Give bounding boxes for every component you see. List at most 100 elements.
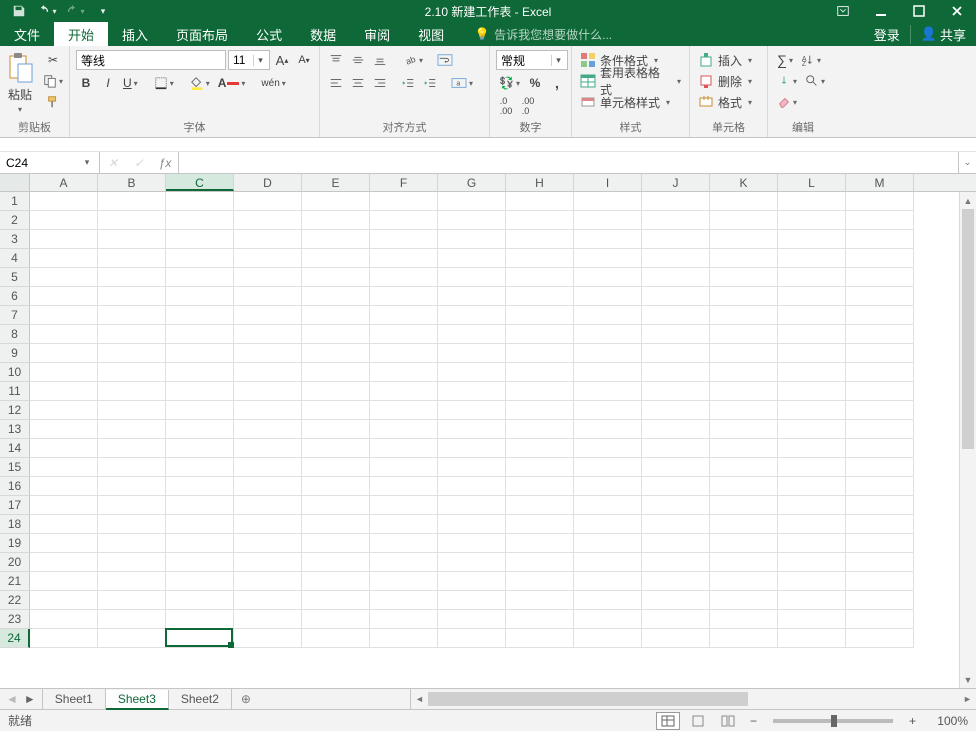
- cell-G10[interactable]: [438, 363, 506, 382]
- cell-H4[interactable]: [506, 249, 574, 268]
- zoom-slider[interactable]: [773, 719, 893, 723]
- find-select-button[interactable]: [802, 71, 828, 91]
- cell-G14[interactable]: [438, 439, 506, 458]
- cell-D7[interactable]: [234, 306, 302, 325]
- row-header-18[interactable]: 18: [0, 515, 30, 534]
- cell-D4[interactable]: [234, 249, 302, 268]
- cell-D14[interactable]: [234, 439, 302, 458]
- cell-E21[interactable]: [302, 572, 370, 591]
- normal-view-button[interactable]: [656, 712, 680, 730]
- cell-E17[interactable]: [302, 496, 370, 515]
- cell-A11[interactable]: [30, 382, 98, 401]
- cell-H9[interactable]: [506, 344, 574, 363]
- cell-A15[interactable]: [30, 458, 98, 477]
- sheet-nav-buttons[interactable]: ◄ ►: [0, 689, 43, 709]
- cell-M7[interactable]: [846, 306, 914, 325]
- font-size-combo[interactable]: ▾: [228, 50, 270, 70]
- tab-insert[interactable]: 插入: [108, 22, 162, 46]
- cell-A9[interactable]: [30, 344, 98, 363]
- redo-button[interactable]: ▾: [62, 0, 88, 22]
- scroll-down-button[interactable]: ▼: [960, 671, 976, 688]
- cell-J12[interactable]: [642, 401, 710, 420]
- cell-I15[interactable]: [574, 458, 642, 477]
- tab-review[interactable]: 审阅: [350, 22, 404, 46]
- cell-M20[interactable]: [846, 553, 914, 572]
- cell-H11[interactable]: [506, 382, 574, 401]
- cell-I21[interactable]: [574, 572, 642, 591]
- close-button[interactable]: [938, 0, 976, 22]
- cell-G9[interactable]: [438, 344, 506, 363]
- scroll-thumb[interactable]: [962, 209, 974, 449]
- cell-E20[interactable]: [302, 553, 370, 572]
- cell-K8[interactable]: [710, 325, 778, 344]
- cell-B7[interactable]: [98, 306, 166, 325]
- cell-E11[interactable]: [302, 382, 370, 401]
- cell-D17[interactable]: [234, 496, 302, 515]
- cell-D15[interactable]: [234, 458, 302, 477]
- cell-H2[interactable]: [506, 211, 574, 230]
- cell-F2[interactable]: [370, 211, 438, 230]
- cell-A23[interactable]: [30, 610, 98, 629]
- cell-H15[interactable]: [506, 458, 574, 477]
- cell-F19[interactable]: [370, 534, 438, 553]
- row-header-24[interactable]: 24: [0, 629, 30, 648]
- cell-L17[interactable]: [778, 496, 846, 515]
- row-header-17[interactable]: 17: [0, 496, 30, 515]
- cell-B13[interactable]: [98, 420, 166, 439]
- formula-input[interactable]: [179, 152, 958, 173]
- cell-styles-button[interactable]: 单元格样式: [578, 92, 672, 112]
- cell-M21[interactable]: [846, 572, 914, 591]
- cell-I16[interactable]: [574, 477, 642, 496]
- cell-L4[interactable]: [778, 249, 846, 268]
- horizontal-scrollbar[interactable]: ◄ ►: [410, 689, 976, 709]
- expand-formula-bar[interactable]: ⌄: [958, 152, 976, 173]
- cell-K17[interactable]: [710, 496, 778, 515]
- cell-J7[interactable]: [642, 306, 710, 325]
- cell-M4[interactable]: [846, 249, 914, 268]
- cell-F8[interactable]: [370, 325, 438, 344]
- align-top-button[interactable]: [326, 50, 346, 70]
- worksheet-grid[interactable]: ABCDEFGHIJKLM 12345678910111213141516171…: [0, 174, 976, 688]
- cell-G1[interactable]: [438, 192, 506, 211]
- cell-L20[interactable]: [778, 553, 846, 572]
- cell-D1[interactable]: [234, 192, 302, 211]
- cell-H10[interactable]: [506, 363, 574, 382]
- column-header-I[interactable]: I: [574, 174, 642, 191]
- cell-J17[interactable]: [642, 496, 710, 515]
- cell-C7[interactable]: [166, 306, 234, 325]
- cell-M13[interactable]: [846, 420, 914, 439]
- cell-M24[interactable]: [846, 629, 914, 648]
- number-format-combo[interactable]: ▾: [496, 50, 568, 70]
- cell-C13[interactable]: [166, 420, 234, 439]
- row-header-3[interactable]: 3: [0, 230, 30, 249]
- font-color-button[interactable]: A: [215, 73, 249, 93]
- cell-L2[interactable]: [778, 211, 846, 230]
- cell-K13[interactable]: [710, 420, 778, 439]
- row-header-10[interactable]: 10: [0, 363, 30, 382]
- cell-L9[interactable]: [778, 344, 846, 363]
- cell-F11[interactable]: [370, 382, 438, 401]
- cell-F6[interactable]: [370, 287, 438, 306]
- cell-I5[interactable]: [574, 268, 642, 287]
- align-right-button[interactable]: [370, 73, 390, 93]
- cell-K15[interactable]: [710, 458, 778, 477]
- column-header-F[interactable]: F: [370, 174, 438, 191]
- cell-F24[interactable]: [370, 629, 438, 648]
- zoom-out-button[interactable]: −: [746, 714, 761, 728]
- cell-L7[interactable]: [778, 306, 846, 325]
- copy-button[interactable]: [40, 71, 66, 91]
- cell-G4[interactable]: [438, 249, 506, 268]
- cell-A13[interactable]: [30, 420, 98, 439]
- align-center-button[interactable]: [348, 73, 368, 93]
- cell-I23[interactable]: [574, 610, 642, 629]
- cell-K9[interactable]: [710, 344, 778, 363]
- cell-C24[interactable]: [166, 629, 234, 648]
- cell-H7[interactable]: [506, 306, 574, 325]
- cell-F3[interactable]: [370, 230, 438, 249]
- chevron-down-icon[interactable]: ▾: [78, 157, 96, 168]
- sort-filter-button[interactable]: AZ: [798, 50, 824, 70]
- login-button[interactable]: 登录: [864, 25, 910, 44]
- cell-B24[interactable]: [98, 629, 166, 648]
- fill-button[interactable]: [774, 71, 800, 91]
- cell-H6[interactable]: [506, 287, 574, 306]
